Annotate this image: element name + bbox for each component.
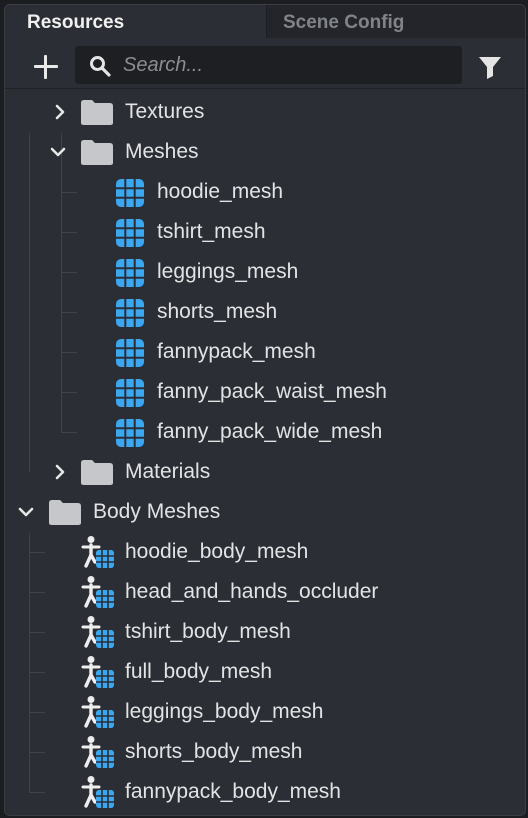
toolbar (5, 38, 525, 89)
tree-item-label: Materials (125, 460, 211, 483)
search-input[interactable] (123, 46, 453, 84)
tree-item-label: leggings_body_mesh (125, 700, 324, 723)
resource-tree: Textures Meshes Materials Body Meshes ho… (5, 89, 525, 815)
folder-icon (81, 100, 113, 125)
tree-folder-meshes[interactable]: Meshes (5, 132, 525, 172)
folder-icon (81, 140, 113, 165)
tree-item-label: Meshes (125, 140, 199, 163)
tree-item-mesh[interactable]: tshirt_mesh (5, 212, 525, 252)
mesh-grid-icon (115, 218, 145, 248)
tree-item-label: full_body_mesh (125, 660, 273, 683)
tree-item-label: hoodie_mesh (157, 180, 284, 203)
mesh-grid-icon (115, 298, 145, 328)
mesh-grid-icon (115, 378, 145, 408)
search-box[interactable] (75, 46, 462, 84)
tree-item-mesh[interactable]: hoodie_mesh (5, 172, 525, 212)
tree-item-label: tshirt_mesh (157, 220, 266, 243)
tree-item-label: head_and_hands_occluder (125, 580, 379, 603)
body-mesh-icon (81, 735, 115, 769)
mesh-grid-icon (115, 258, 145, 288)
folder-icon (81, 460, 113, 485)
chevron-right-icon[interactable] (51, 463, 69, 481)
tree-folder-textures[interactable]: Textures (5, 92, 525, 132)
tree-item-mesh[interactable]: fannypack_mesh (5, 332, 525, 372)
tree-item-label: leggings_mesh (157, 260, 299, 283)
tree-item-label: fannypack_mesh (157, 340, 316, 363)
mesh-grid-icon (115, 338, 145, 368)
tab-scene-config[interactable]: Scene Config (267, 5, 525, 38)
chevron-down-icon[interactable] (17, 503, 35, 521)
folder-icon (49, 500, 81, 525)
tree-item-label: Body Meshes (93, 500, 221, 523)
chevron-right-icon[interactable] (51, 103, 69, 121)
body-mesh-icon (81, 695, 115, 729)
body-mesh-icon (81, 575, 115, 609)
tree-item-label: fanny_pack_wide_mesh (157, 420, 383, 443)
tree-item-mesh[interactable]: fanny_pack_wide_mesh (5, 412, 525, 452)
filter-icon[interactable] (477, 54, 503, 80)
tab-bar: Resources Scene Config (5, 5, 525, 38)
tree-item-label: Textures (125, 100, 205, 123)
tree-item-label: hoodie_body_mesh (125, 540, 309, 563)
tree-item-body-mesh[interactable]: head_and_hands_occluder (5, 572, 525, 612)
tree-item-body-mesh[interactable]: tshirt_body_mesh (5, 612, 525, 652)
tree-item-mesh[interactable]: shorts_mesh (5, 292, 525, 332)
tree-item-body-mesh[interactable]: leggings_body_mesh (5, 692, 525, 732)
tree-item-mesh[interactable]: fanny_pack_waist_mesh (5, 372, 525, 412)
mesh-grid-icon (115, 418, 145, 448)
tree-item-label: tshirt_body_mesh (125, 620, 291, 643)
add-resource-button[interactable] (33, 54, 59, 80)
tree-item-body-mesh[interactable]: hoodie_body_mesh (5, 532, 525, 572)
body-mesh-icon (81, 615, 115, 649)
tree-item-body-mesh[interactable]: shorts_body_mesh (5, 732, 525, 772)
body-mesh-icon (81, 655, 115, 689)
mesh-grid-icon (115, 178, 145, 208)
tree-item-body-mesh[interactable]: fannypack_body_mesh (5, 772, 525, 812)
tree-item-mesh[interactable]: leggings_mesh (5, 252, 525, 292)
tree-item-label: shorts_mesh (157, 300, 278, 323)
body-mesh-icon (81, 535, 115, 569)
tree-item-label: shorts_body_mesh (125, 740, 303, 763)
tree-item-label: fannypack_body_mesh (125, 780, 341, 803)
body-mesh-icon (81, 775, 115, 809)
resources-panel: Resources Scene Config Text (4, 4, 526, 816)
tree-folder-materials[interactable]: Materials (5, 452, 525, 492)
chevron-down-icon[interactable] (49, 143, 67, 161)
tree-item-body-mesh[interactable]: full_body_mesh (5, 652, 525, 692)
tab-resources[interactable]: Resources (5, 5, 267, 38)
tree-item-label: fanny_pack_waist_mesh (157, 380, 387, 403)
tree-folder-body-meshes[interactable]: Body Meshes (5, 492, 525, 532)
search-icon (90, 56, 111, 77)
